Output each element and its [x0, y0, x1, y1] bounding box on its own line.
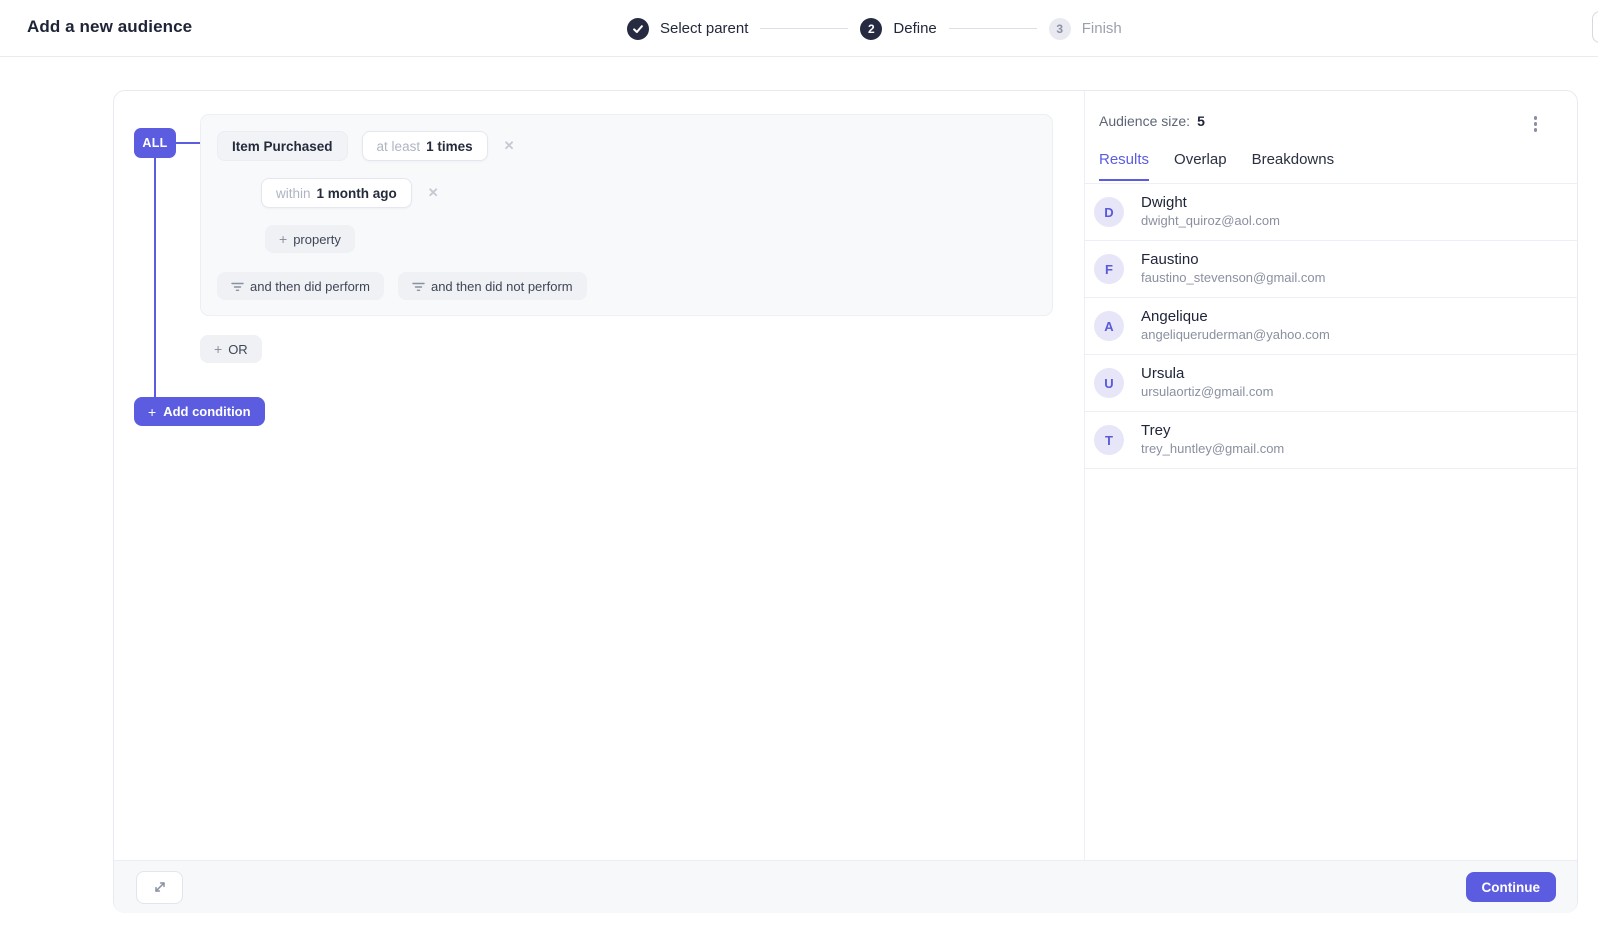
- then-did-perform-label: and then did perform: [250, 279, 370, 294]
- user-row[interactable]: U Ursula ursulaortiz@gmail.com: [1085, 355, 1578, 412]
- condition-builder: ALL Item Purchased at least 1 times ✕: [114, 91, 1084, 860]
- user-row[interactable]: F Faustino faustino_stevenson@gmail.com: [1085, 241, 1578, 298]
- plus-icon: +: [148, 404, 156, 420]
- audience-size-label: Audience size:: [1099, 113, 1190, 129]
- user-list: D Dwight dwight_quiroz@aol.com F Faustin…: [1085, 184, 1578, 469]
- window-value: 1 month ago: [317, 186, 397, 201]
- user-email: trey_huntley@gmail.com: [1141, 441, 1284, 458]
- connector-line: [154, 158, 156, 398]
- avatar: A: [1094, 311, 1124, 341]
- step-label: Select parent: [660, 20, 748, 37]
- tab-results[interactable]: Results: [1099, 151, 1149, 181]
- user-name: Trey: [1141, 422, 1284, 441]
- event-name: Item Purchased: [232, 139, 333, 154]
- add-condition-button[interactable]: + Add condition: [134, 397, 265, 426]
- kebab-menu-icon[interactable]: [1531, 113, 1541, 135]
- user-name: Ursula: [1141, 365, 1273, 384]
- audience-editor-card: ALL Item Purchased at least 1 times ✕: [113, 90, 1578, 913]
- step-define[interactable]: 2 Define: [860, 18, 936, 40]
- step-label: Define: [893, 20, 936, 37]
- header-bar: Add a new audience Select parent 2 Defin…: [0, 0, 1598, 57]
- results-panel: Audience size: 5 Results Overlap Breakdow…: [1085, 91, 1578, 860]
- user-email: ursulaortiz@gmail.com: [1141, 384, 1273, 401]
- step-number-badge: 3: [1049, 18, 1071, 40]
- window-prefix: within: [276, 186, 311, 201]
- stepper-connector: [949, 28, 1037, 29]
- card-footer: Continue: [114, 860, 1577, 913]
- plus-icon: +: [279, 231, 287, 247]
- wizard-stepper: Select parent 2 Define 3 Finish: [627, 0, 1122, 57]
- connector-line: [176, 142, 201, 144]
- time-window-chip[interactable]: within 1 month ago: [261, 178, 412, 208]
- frequency-chip[interactable]: at least 1 times: [362, 131, 488, 161]
- tab-overlap[interactable]: Overlap: [1174, 151, 1227, 181]
- or-label: OR: [228, 342, 248, 357]
- remove-window-icon[interactable]: ✕: [426, 183, 441, 203]
- continue-button[interactable]: Continue: [1466, 872, 1557, 902]
- event-chip[interactable]: Item Purchased: [217, 131, 348, 161]
- step-select-parent[interactable]: Select parent: [627, 18, 748, 40]
- filter-lines-icon: [231, 280, 244, 292]
- condition-group-box: Item Purchased at least 1 times ✕ within…: [200, 114, 1053, 316]
- avatar: U: [1094, 368, 1124, 398]
- user-name: Faustino: [1141, 251, 1325, 270]
- then-did-not-perform-label: and then did not perform: [431, 279, 573, 294]
- add-condition-label: Add condition: [163, 404, 250, 419]
- results-header: Audience size: 5: [1099, 113, 1540, 135]
- diagonal-resize-icon: [152, 879, 168, 895]
- step-label: Finish: [1082, 20, 1122, 37]
- user-email: faustino_stevenson@gmail.com: [1141, 270, 1325, 287]
- then-did-not-perform-button[interactable]: and then did not perform: [398, 272, 587, 300]
- audience-size-value: 5: [1197, 113, 1205, 129]
- user-row[interactable]: T Trey trey_huntley@gmail.com: [1085, 412, 1578, 469]
- step-complete-check-icon: [627, 18, 649, 40]
- frequency-value: 1 times: [426, 139, 473, 154]
- add-or-button[interactable]: + OR: [200, 335, 262, 363]
- add-property-button[interactable]: + property: [265, 225, 355, 253]
- remove-condition-icon[interactable]: ✕: [502, 136, 517, 156]
- user-name: Angelique: [1141, 308, 1330, 327]
- tab-breakdowns[interactable]: Breakdowns: [1252, 151, 1335, 181]
- user-row[interactable]: A Angelique angeliqueruderman@yahoo.com: [1085, 298, 1578, 355]
- audience-size: Audience size: 5: [1099, 113, 1205, 129]
- user-email: angeliqueruderman@yahoo.com: [1141, 327, 1330, 344]
- then-did-perform-button[interactable]: and then did perform: [217, 272, 384, 300]
- add-audience-page: Add a new audience Select parent 2 Defin…: [0, 0, 1598, 949]
- stepper-connector: [760, 28, 848, 29]
- avatar: D: [1094, 197, 1124, 227]
- frequency-prefix: at least: [377, 139, 421, 154]
- user-name: Dwight: [1141, 194, 1280, 213]
- step-finish: 3 Finish: [1049, 18, 1122, 40]
- group-operator-badge[interactable]: ALL: [134, 128, 176, 158]
- user-email: dwight_quiroz@aol.com: [1141, 213, 1280, 230]
- filter-lines-icon: [412, 280, 425, 292]
- expand-button[interactable]: [136, 871, 183, 904]
- user-row[interactable]: D Dwight dwight_quiroz@aol.com: [1085, 184, 1578, 241]
- avatar: F: [1094, 254, 1124, 284]
- step-number-badge: 2: [860, 18, 882, 40]
- add-property-label: property: [293, 232, 341, 247]
- cutoff-header-button[interactable]: [1592, 11, 1598, 43]
- avatar: T: [1094, 425, 1124, 455]
- page-title: Add a new audience: [27, 17, 192, 37]
- plus-icon: +: [214, 341, 222, 357]
- results-tabs: Results Overlap Breakdowns: [1099, 151, 1334, 181]
